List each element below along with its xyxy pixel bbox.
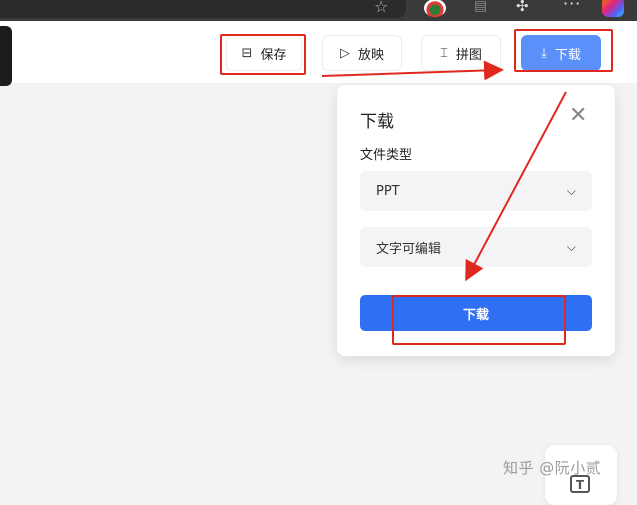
file-type-label: 文件类型 — [360, 148, 413, 163]
panel-title: 下载 — [360, 112, 394, 132]
merge-label: 拼图 — [455, 47, 482, 63]
highlight-save — [220, 34, 306, 75]
merge-icon: ⌶ — [440, 45, 448, 61]
file-type-value: PPT — [376, 183, 400, 199]
favorite-star-icon[interactable]: ☆ — [374, 0, 388, 16]
close-icon[interactable]: ✕ — [569, 105, 587, 127]
play-icon: ▷ — [339, 45, 350, 61]
browser-toolbar: ☆ ▤ ✣ ··· — [0, 0, 637, 21]
reading-list-icon[interactable]: ▤ — [474, 0, 487, 14]
more-menu-icon[interactable]: ··· — [563, 0, 581, 13]
export-mode-value: 文字可编辑 — [376, 241, 442, 257]
play-label: 放映 — [357, 47, 384, 63]
chevron-down-icon: ⌵ — [566, 239, 576, 254]
highlight-download — [514, 29, 613, 72]
export-mode-select[interactable]: 文字可编辑 ⌵ — [360, 227, 592, 267]
file-type-select[interactable]: PPT ⌵ — [360, 171, 592, 211]
extensions-icon[interactable]: ✣ — [516, 0, 529, 15]
merge-button[interactable]: ⌶ 拼图 — [421, 35, 501, 71]
watermark: 知乎 @阮小贰 — [503, 459, 602, 477]
side-handle — [0, 26, 12, 86]
highlight-panel-download — [392, 295, 566, 345]
copilot-icon[interactable] — [602, 0, 624, 17]
address-bar[interactable] — [0, 0, 406, 18]
extension-avatar-icon[interactable] — [424, 0, 446, 17]
chevron-down-icon: ⌵ — [566, 183, 576, 198]
play-button[interactable]: ▷ 放映 — [322, 35, 402, 71]
